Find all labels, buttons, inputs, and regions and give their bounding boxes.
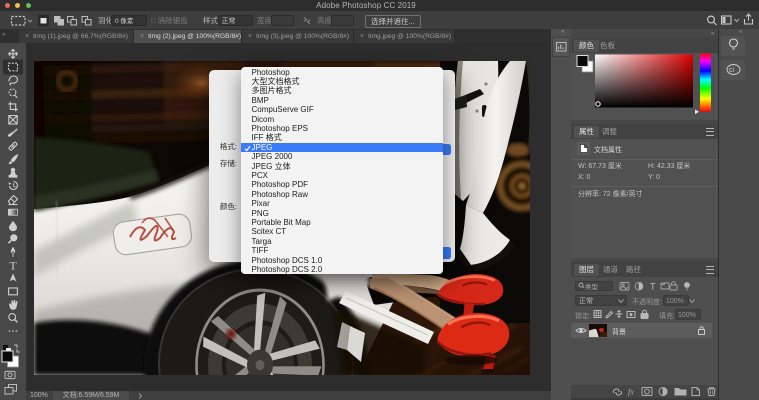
svg-text:T: T — [650, 282, 656, 292]
svg-text:T: T — [9, 259, 17, 273]
svg-text:ci: ci — [729, 67, 735, 74]
svg-text:fx: fx — [628, 388, 634, 397]
